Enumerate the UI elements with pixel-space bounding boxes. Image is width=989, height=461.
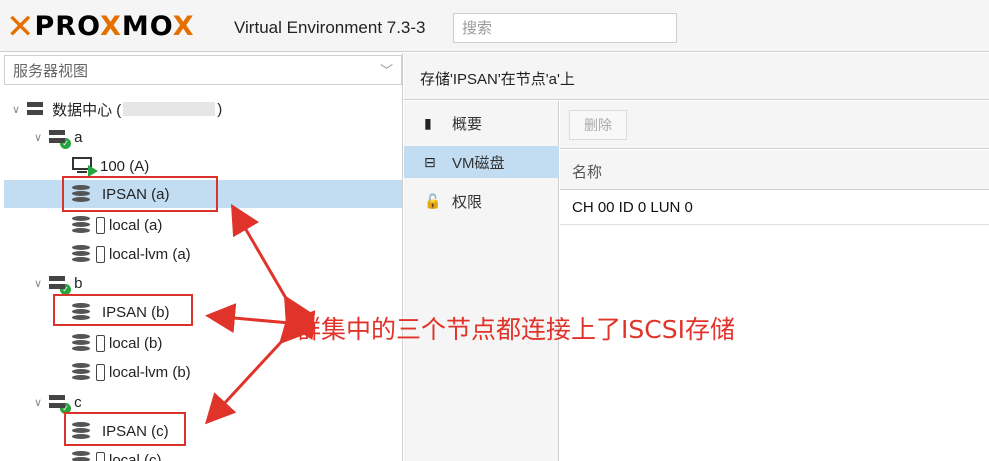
- nav-item-permissions[interactable]: 🔓 权限: [404, 185, 559, 217]
- device-icon: [96, 451, 105, 461]
- nav-item-label: 概要: [452, 115, 483, 133]
- storage-icon: [72, 451, 90, 461]
- tree-item-label: local (a): [109, 216, 163, 234]
- device-icon: [96, 363, 105, 381]
- collapse-toggle-icon[interactable]: ∨: [12, 103, 20, 116]
- nav-item-summary[interactable]: ▮ 概要: [404, 107, 559, 139]
- nav-item-label: VM磁盘: [452, 154, 505, 172]
- collapse-toggle-icon[interactable]: ∨: [34, 277, 42, 290]
- tree-item-node-a[interactable]: ∨ ✓ a: [34, 123, 82, 151]
- tree-item-label: 数据中心 (: [52, 101, 122, 119]
- annotation-text: 群集中的三个节点都连接上了ISCSI存储: [296, 315, 735, 344]
- device-icon: [96, 334, 105, 352]
- proxmox-logo: ✕ PROXMOX: [6, 7, 195, 47]
- tree-item-local-lvm-a[interactable]: local-lvm (a): [72, 240, 191, 268]
- highlight-box-ipsan-c: [64, 412, 186, 446]
- view-selector-value: 服务器视图: [13, 63, 89, 80]
- top-bar: ✕ PROXMOX Virtual Environment 7.3-3: [0, 0, 989, 52]
- tree-item-label: 100 (A): [100, 157, 150, 175]
- tree-item-label: local (b): [109, 334, 163, 352]
- tree-item-label: c: [74, 393, 82, 411]
- tree-item-label-suffix: ): [217, 100, 223, 118]
- tree-item-label: b: [74, 274, 83, 292]
- datacenter-icon: [26, 99, 46, 119]
- tree-item-local-a[interactable]: local (a): [72, 211, 162, 239]
- redacted-region: [123, 102, 216, 116]
- server-online-icon: ✓: [48, 273, 72, 295]
- panel-header: 存储'IPSAN'在节点'a'上: [404, 53, 989, 100]
- nav-item-label: 权限: [452, 193, 483, 211]
- storage-icon: [72, 216, 90, 234]
- book-icon: ▮: [424, 114, 432, 131]
- tree-item-datacenter[interactable]: ∨ 数据中心 ( ): [12, 95, 222, 123]
- device-icon: [96, 245, 105, 263]
- tree-item-node-b[interactable]: ∨ ✓ b: [34, 269, 82, 297]
- server-online-icon: ✓: [48, 392, 72, 414]
- storage-subnav: ▮ 概要 ⊟ VM磁盘 🔓 权限: [404, 101, 559, 461]
- tree-item-label: local (c): [109, 451, 162, 461]
- storage-icon: [72, 334, 90, 352]
- product-title: Virtual Environment 7.3-3: [234, 18, 426, 37]
- tree-item-label: local-lvm (b): [109, 363, 191, 381]
- unlock-icon: 🔓: [424, 192, 442, 209]
- highlight-box-ipsan-b: [53, 294, 193, 326]
- panel-title: 存储'IPSAN'在节点'a'上: [420, 71, 575, 88]
- server-online-icon: ✓: [48, 127, 72, 149]
- column-header-name[interactable]: 名称: [560, 150, 989, 190]
- tree-item-local-b[interactable]: local (b): [72, 329, 162, 357]
- toolbar: 删除: [560, 101, 989, 149]
- tree-item-local-lvm-b[interactable]: local-lvm (b): [72, 358, 191, 386]
- storage-icon: [72, 363, 90, 381]
- table-row[interactable]: CH 00 ID 0 LUN 0: [560, 191, 989, 225]
- device-icon: [96, 216, 105, 234]
- nav-item-vm-disks[interactable]: ⊟ VM磁盘: [404, 146, 559, 178]
- collapse-toggle-icon[interactable]: ∨: [34, 131, 42, 144]
- tree-item-local-c[interactable]: local (c): [72, 446, 162, 461]
- chevron-down-icon: ﹀: [379, 63, 393, 78]
- view-selector[interactable]: 服务器视图 ﹀: [4, 55, 402, 85]
- vm-disks-content: 删除 名称 CH 00 ID 0 LUN 0: [560, 101, 989, 461]
- highlight-box-ipsan-a: [62, 176, 218, 212]
- collapse-toggle-icon[interactable]: ∨: [34, 396, 42, 409]
- tree-item-label: a: [74, 128, 83, 146]
- search-input[interactable]: [453, 13, 677, 43]
- delete-button[interactable]: 删除: [569, 110, 627, 140]
- tree-item-label: local-lvm (a): [109, 245, 191, 263]
- storage-icon: [72, 245, 90, 263]
- vm-running-icon: [72, 157, 98, 177]
- disk-icon: ⊟: [424, 153, 436, 170]
